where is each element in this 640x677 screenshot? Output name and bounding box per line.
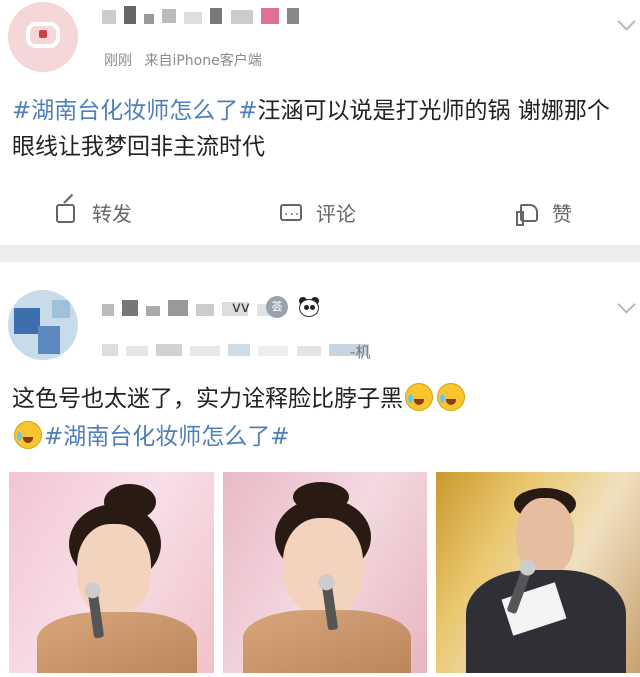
woman-with-microphone-photo[interactable] (9, 472, 214, 673)
topic-link[interactable]: #湖南台化妆师怎么了# (44, 424, 290, 450)
woman-with-microphone-closeup-photo[interactable] (223, 472, 427, 673)
post-separator (0, 245, 640, 262)
face (77, 524, 151, 616)
panda-eye (304, 305, 309, 310)
panda-face (299, 299, 319, 317)
repost-label: 转发 (92, 202, 132, 226)
avatar-dot (39, 30, 47, 38)
post-text: #湖南台化妆师怎么了#汪涵可以说是打光师的锅 谢娜那个眼线让我梦回非主流时代 (12, 93, 632, 165)
chevron-down-icon[interactable] (617, 12, 636, 31)
laugh-cry-emoji (437, 383, 465, 411)
thumbs-up-icon (516, 204, 538, 226)
post-body-text: 这色号也太迷了，实力诠释脸比脖子黑 (12, 386, 403, 412)
member-medal-icon[interactable]: 荟 (266, 296, 288, 318)
topic-link[interactable]: #湖南台化妆师怎么了# (12, 98, 258, 124)
post-meta: 刚刚 来自iPhone客户端 (104, 50, 262, 70)
avatar[interactable] (8, 290, 78, 360)
username-blurred[interactable] (102, 298, 278, 318)
comment-label: 评论 (316, 202, 356, 226)
post-meta-blurred (102, 340, 372, 360)
like-label: 赞 (552, 202, 572, 226)
action-bar: 转发 评论 赞 (0, 196, 640, 233)
username-tail[interactable]: vv (232, 298, 250, 316)
dress (37, 612, 197, 673)
username-blurred[interactable] (102, 6, 302, 26)
post-source[interactable]: 来自iPhone客户端 (144, 53, 261, 69)
avatar-block (14, 308, 40, 334)
laugh-cry-emoji (14, 421, 42, 449)
panda-icon (297, 296, 321, 318)
post-source[interactable]: -机 (350, 341, 370, 362)
repost-icon (56, 204, 75, 223)
laugh-cry-emoji (405, 383, 433, 411)
avatar-block (38, 326, 60, 354)
post-time: 刚刚 (104, 53, 132, 69)
chevron-down-icon[interactable] (617, 295, 636, 314)
male-host-with-microphone-photo[interactable] (436, 472, 640, 673)
avatar[interactable] (8, 2, 78, 72)
avatar-block (52, 300, 70, 318)
weibo-post-1: 刚刚 来自iPhone客户端 #湖南台化妆师怎么了#汪涵可以说是打光师的锅 谢娜… (0, 0, 640, 245)
comment-icon (280, 197, 302, 233)
post-text: 这色号也太迷了，实力诠释脸比脖子黑 #湖南台化妆师怎么了# (12, 380, 632, 456)
panda-eye (310, 305, 315, 310)
